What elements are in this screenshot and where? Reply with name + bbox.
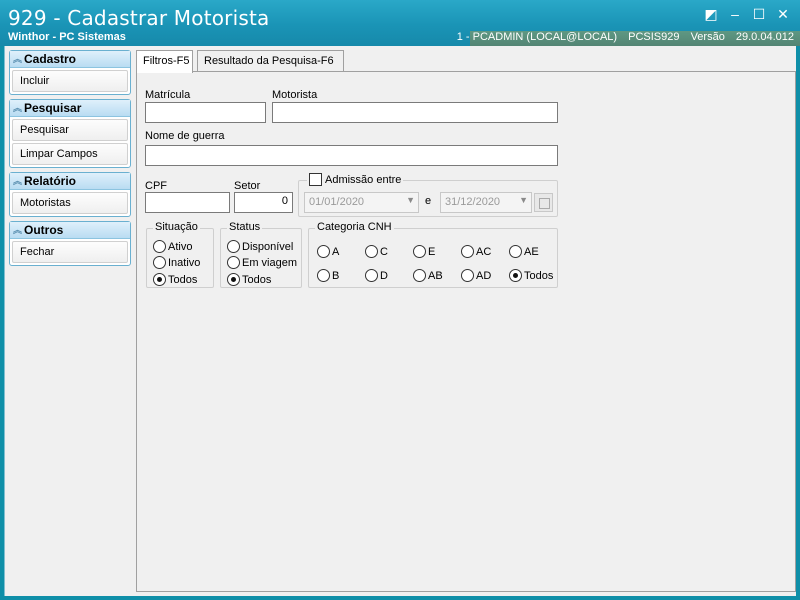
radio-dot	[227, 256, 240, 269]
chevron-icon: ︽	[13, 54, 23, 64]
sidebar-group-outros: ︽ Outros Fechar	[9, 221, 131, 266]
radio-dot	[461, 269, 474, 282]
status-info: 1 - PCADMIN (LOCAL@LOCAL) PCSIS929 Versã…	[449, 31, 794, 43]
sidebar-group-cadastro: ︽ Cadastro Incluir	[9, 50, 131, 95]
status-title: Status	[227, 221, 263, 233]
restore-layout-icon[interactable]: ◩	[702, 6, 720, 22]
cpf-label: CPF	[145, 180, 167, 192]
cpf-input[interactable]	[145, 192, 230, 213]
radio-dot	[153, 256, 166, 269]
status-routine: PCSIS929	[628, 31, 680, 43]
motorista-input[interactable]	[272, 102, 558, 123]
motorista-label: Motorista	[272, 89, 318, 101]
situacao-inativo-radio[interactable]: Inativo	[153, 256, 200, 269]
cnh-e-radio[interactable]: E	[413, 245, 435, 258]
sidebar-item-fechar[interactable]: Fechar	[12, 241, 128, 263]
sidebar-item-pesquisar[interactable]: Pesquisar	[12, 119, 128, 141]
chevron-icon: ︽	[13, 225, 23, 235]
status-version-label: Versão	[690, 31, 725, 43]
admissao-checkbox[interactable]	[309, 173, 322, 186]
window-subtitle: Winthor - PC Sistemas	[8, 31, 126, 43]
status-todos-radio[interactable]: Todos	[227, 273, 271, 286]
cnh-a-radio[interactable]: A	[317, 245, 339, 258]
situacao-ativo-radio[interactable]: Ativo	[153, 240, 192, 253]
window-controls: ◩ – ☐ ✕	[702, 6, 792, 22]
admissao-label: Admissão entre	[325, 173, 402, 186]
cnh-c-radio[interactable]: C	[365, 245, 388, 258]
matricula-label: Matrícula	[145, 89, 191, 101]
cnh-ac-radio[interactable]: AC	[461, 245, 491, 258]
setor-label: Setor	[234, 180, 261, 192]
admissao-legend: Admissão entre	[307, 173, 404, 186]
sidebar-group-pesquisar: ︽ Pesquisar Pesquisar Limpar Campos	[9, 99, 131, 168]
date-to-select[interactable]: 31/12/2020 ▼	[440, 192, 532, 213]
group-header[interactable]: ︽ Relatório	[10, 173, 130, 190]
radio-dot	[227, 273, 240, 286]
radio-dot	[227, 240, 240, 253]
calendar-icon[interactable]	[534, 193, 553, 212]
radio-dot	[509, 245, 522, 258]
cnh-b-radio[interactable]: B	[317, 269, 339, 282]
nome-guerra-input[interactable]	[145, 145, 558, 166]
sidebar-item-limpar-campos[interactable]: Limpar Campos	[12, 143, 128, 165]
radio-dot	[365, 269, 378, 282]
tab-resultado[interactable]: Resultado da Pesquisa-F6	[197, 50, 344, 72]
status-em-viagem-radio[interactable]: Em viagem	[227, 256, 297, 269]
title-bar: 929 - Cadastrar Motorista Winthor - PC S…	[0, 0, 800, 46]
cnh-group: Categoria CNH A C E AC AE B D AB AD Todo…	[308, 221, 558, 288]
sidebar: ︽ Cadastro Incluir ︽ Pesquisar Pesquisar L…	[9, 50, 131, 270]
radio-dot	[461, 245, 474, 258]
nome-guerra-label: Nome de guerra	[145, 130, 225, 142]
cnh-ad-radio[interactable]: AD	[461, 269, 491, 282]
window-title: 929 - Cadastrar Motorista	[8, 6, 270, 30]
chevron-down-icon: ▼	[406, 195, 415, 205]
cnh-title: Categoria CNH	[315, 221, 394, 233]
sidebar-item-motoristas[interactable]: Motoristas	[12, 192, 128, 214]
status-user: 1 - PCADMIN (LOCAL@LOCAL)	[456, 31, 618, 43]
chevron-icon: ︽	[13, 176, 23, 186]
status-disponivel-radio[interactable]: Disponível	[227, 240, 293, 253]
group-header[interactable]: ︽ Outros	[10, 222, 130, 239]
radio-dot	[317, 269, 330, 282]
sidebar-group-relatorio: ︽ Relatório Motoristas	[9, 172, 131, 217]
radio-dot	[365, 245, 378, 258]
situacao-todos-radio[interactable]: Todos	[153, 273, 197, 286]
cnh-ab-radio[interactable]: AB	[413, 269, 443, 282]
sidebar-item-incluir[interactable]: Incluir	[12, 70, 128, 92]
filters-panel: Matrícula Motorista Nome de guerra CPF S…	[136, 71, 796, 592]
cnh-ae-radio[interactable]: AE	[509, 245, 539, 258]
tab-filtros[interactable]: Filtros-F5	[136, 50, 193, 73]
cnh-d-radio[interactable]: D	[365, 269, 388, 282]
situacao-title: Situação	[153, 221, 200, 233]
radio-dot	[317, 245, 330, 258]
status-version: 29.0.04.012	[735, 31, 794, 43]
situacao-group: Situação Ativo Inativo Todos	[146, 221, 214, 288]
chevron-down-icon: ▼	[519, 195, 528, 205]
admissao-group: Admissão entre 01/01/2020 ▼ e 31/12/2020…	[298, 173, 558, 217]
date-from-select[interactable]: 01/01/2020 ▼	[304, 192, 419, 213]
radio-dot	[413, 245, 426, 258]
group-header[interactable]: ︽ Pesquisar	[10, 100, 130, 117]
date-to-value: 31/12/2020	[445, 196, 501, 208]
status-group: Status Disponível Em viagem Todos	[220, 221, 302, 288]
setor-input[interactable]: 0	[234, 192, 293, 213]
maximize-button[interactable]: ☐	[750, 6, 768, 22]
radio-dot	[413, 269, 426, 282]
date-from-value: 01/01/2020	[309, 196, 365, 208]
cnh-todos-radio[interactable]: Todos	[509, 269, 553, 282]
chevron-icon: ︽	[13, 103, 23, 113]
radio-dot	[153, 273, 166, 286]
radio-dot	[153, 240, 166, 253]
close-button[interactable]: ✕	[774, 6, 792, 22]
date-separator: e	[425, 195, 432, 207]
client-area: ︽ Cadastro Incluir ︽ Pesquisar Pesquisar L…	[4, 46, 796, 596]
radio-dot	[509, 269, 522, 282]
minimize-button[interactable]: –	[726, 6, 744, 22]
matricula-input[interactable]	[145, 102, 266, 123]
group-header[interactable]: ︽ Cadastro	[10, 51, 130, 68]
